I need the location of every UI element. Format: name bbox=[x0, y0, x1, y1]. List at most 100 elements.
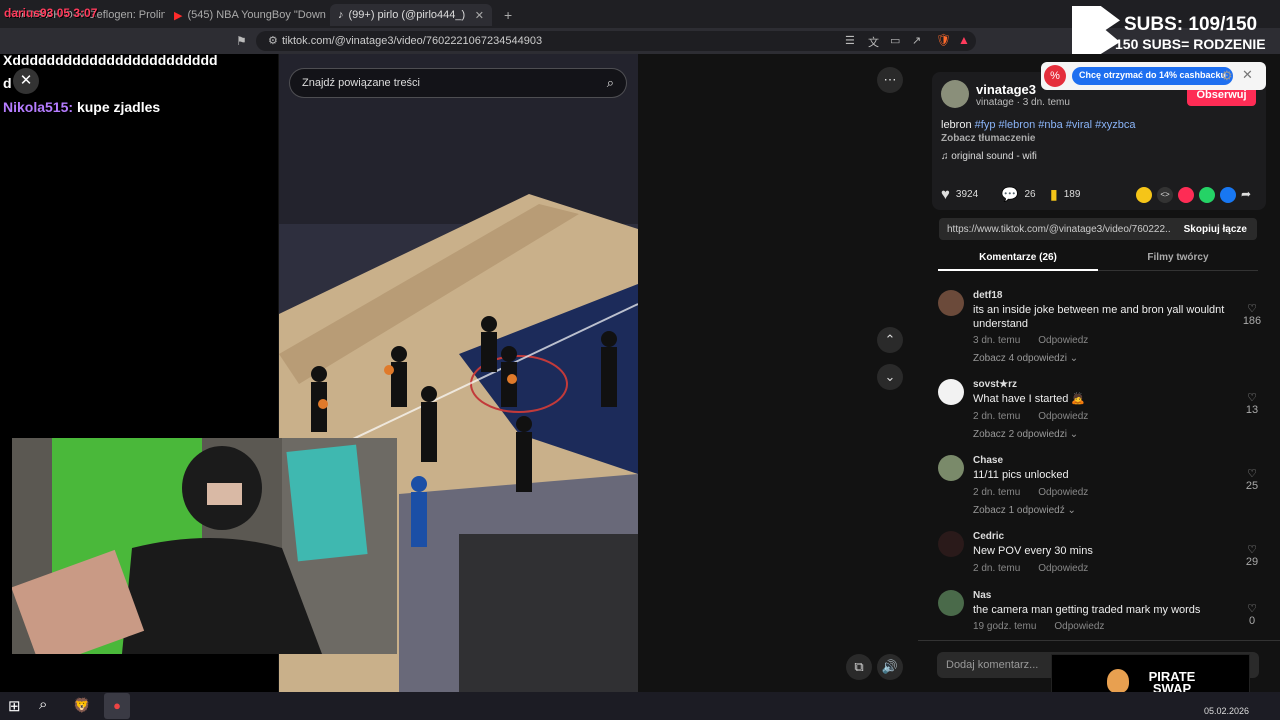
view-replies-button[interactable]: Zobacz 4 odpowiedzi ⌄ bbox=[973, 353, 1078, 364]
previous-video-button[interactable]: ⌃ bbox=[877, 327, 903, 353]
subs-goal: 150 SUBS= RODZENIE bbox=[1115, 36, 1266, 52]
heart-outline-icon: ♡ bbox=[1247, 603, 1257, 615]
comment-text: the camera man getting traded mark my wo… bbox=[973, 604, 1201, 616]
share-arrow-icon[interactable]: ➦ bbox=[1241, 187, 1251, 203]
share-icon[interactable]: ↗ bbox=[912, 34, 921, 47]
comment-action[interactable]: 💬 26 bbox=[1001, 186, 1036, 203]
sound-name: original sound - wifi bbox=[951, 151, 1037, 162]
author-username[interactable]: vinatage3 bbox=[976, 82, 1036, 97]
comment-item: Nas the camera man getting traded mark m… bbox=[938, 590, 1268, 636]
close-icon[interactable]: ✕ bbox=[1242, 67, 1253, 83]
comment-like-count: 13 bbox=[1245, 404, 1259, 416]
view-replies-button[interactable]: Zobacz 2 odpowiedzi ⌄ bbox=[973, 429, 1078, 440]
reply-button[interactable]: Odpowiedz bbox=[1038, 563, 1088, 574]
chat-message-1: Xdddddddddddddddddddddddd bbox=[3, 52, 218, 68]
comment-username[interactable]: sovst★rz bbox=[973, 379, 1017, 390]
comment-text: New POV every 30 mins bbox=[973, 545, 1093, 557]
comment-like-count: 25 bbox=[1245, 480, 1259, 492]
tab-creator-videos[interactable]: Filmy twórcy bbox=[1098, 252, 1258, 263]
comment-like[interactable]: ♡ 29 bbox=[1240, 543, 1264, 568]
reply-button[interactable]: Odpowiedz bbox=[1038, 411, 1088, 422]
repost-icon[interactable] bbox=[1136, 187, 1152, 203]
tab-label: (545) NBA YoungBoy "Down Chick" l bbox=[187, 9, 326, 21]
pip-button[interactable]: ⧉ bbox=[846, 654, 872, 680]
obs-app-icon[interactable]: ● bbox=[104, 693, 130, 719]
heart-icon: ♥ bbox=[941, 186, 950, 203]
windows-start-icon[interactable]: ⊞ bbox=[8, 697, 21, 715]
comment-avatar[interactable] bbox=[938, 531, 964, 557]
reply-button[interactable]: Odpowiedz bbox=[1038, 487, 1088, 498]
comment-item: Cedric New POV every 30 mins 2 dn. temu O… bbox=[938, 531, 1268, 579]
copy-link-button[interactable]: Skopiuj łącze bbox=[1184, 224, 1257, 235]
comment-like[interactable]: ♡ 13 bbox=[1240, 391, 1264, 416]
more-options-button[interactable]: ⋯ bbox=[877, 67, 903, 93]
tab-youtube[interactable]: ▶ (545) NBA YoungBoy "Down Chick" l bbox=[166, 4, 326, 26]
comment-avatar[interactable] bbox=[938, 455, 964, 481]
comment-like[interactable]: ♡ 0 bbox=[1240, 602, 1264, 627]
share-link-text: https://www.tiktok.com/@vinatage3/video/… bbox=[947, 223, 1171, 235]
tab-comments[interactable]: Komentarze (26) bbox=[938, 252, 1098, 263]
share-icons: <> ➦ bbox=[1136, 187, 1251, 203]
comment-item: detf18 its an inside joke between me and… bbox=[938, 290, 1268, 370]
sound-row[interactable]: ♫ original sound - wifi bbox=[941, 151, 1037, 162]
chat-top-line: darius93 05 3:07 bbox=[4, 6, 98, 20]
heart-outline-icon: ♡ bbox=[1247, 544, 1257, 556]
save-action[interactable]: ▮ 189 bbox=[1050, 186, 1080, 203]
caption-hashtags[interactable]: #fyp #lebron #nba #viral #xyzbca bbox=[975, 119, 1136, 131]
new-tab-button[interactable]: + bbox=[496, 4, 518, 26]
facebook-icon[interactable] bbox=[1220, 187, 1236, 203]
brave-browser-icon[interactable]: 🦁 bbox=[73, 697, 90, 714]
comment-avatar[interactable] bbox=[938, 590, 964, 616]
comment-avatar[interactable] bbox=[938, 379, 964, 405]
send-icon[interactable] bbox=[1178, 187, 1194, 203]
comment-meta: 19 godz. temu Odpowiedz bbox=[973, 621, 1122, 632]
search-icon[interactable]: ⌕ bbox=[607, 75, 614, 91]
heart-outline-icon: ♡ bbox=[1247, 468, 1257, 480]
comment-avatar[interactable] bbox=[938, 290, 964, 316]
next-video-button[interactable]: ⌄ bbox=[877, 364, 903, 390]
cashback-button[interactable]: Chcę otrzymać do 14% cashbacku bbox=[1072, 67, 1234, 85]
view-replies-label: Zobacz 2 odpowiedzi bbox=[973, 429, 1067, 440]
share-link-field[interactable]: https://www.tiktok.com/@vinatage3/video/… bbox=[939, 218, 1257, 240]
close-icon: ✕ bbox=[19, 72, 33, 89]
bookmark-icon[interactable]: ⚑ bbox=[236, 34, 247, 48]
comment-username[interactable]: detf18 bbox=[973, 290, 1002, 301]
reader-icon[interactable]: ☰ bbox=[845, 34, 855, 47]
author-avatar[interactable] bbox=[941, 80, 969, 108]
reply-button[interactable]: Odpowiedz bbox=[1038, 335, 1088, 346]
comment-like[interactable]: ♡ 25 bbox=[1240, 467, 1264, 492]
search-input[interactable]: Znajdź powiązane treści ⌕ bbox=[289, 68, 627, 98]
comment-username[interactable]: Cedric bbox=[973, 531, 1004, 542]
volume-button[interactable]: 🔊 bbox=[877, 654, 903, 680]
heart-outline-icon: ♡ bbox=[1247, 392, 1257, 404]
screen-icon[interactable]: ▭ bbox=[890, 34, 900, 47]
translate-link[interactable]: Zobacz tłumaczenie bbox=[941, 133, 1035, 144]
url-text: tiktok.com/@vinatage3/video/760222106723… bbox=[282, 35, 543, 47]
comment-username[interactable]: Chase bbox=[973, 455, 1003, 466]
comment-time: 2 dn. temu bbox=[973, 563, 1021, 574]
reply-button[interactable]: Odpowiedz bbox=[1054, 621, 1104, 632]
translate-icon[interactable]: 文 bbox=[868, 34, 879, 50]
comment-like[interactable]: ♡ 186 bbox=[1240, 302, 1264, 327]
close-popup-button[interactable]: ✕ bbox=[13, 68, 39, 94]
tab-tiktok[interactable]: ♪ (99+) pirlo (@pirlo444_) | TikTok ✕ bbox=[330, 4, 492, 26]
site-info-icon[interactable]: ⚙ bbox=[268, 34, 278, 47]
view-replies-button[interactable]: Zobacz 1 odpowiedź ⌄ bbox=[973, 505, 1076, 516]
gear-icon[interactable]: ⚙ bbox=[1221, 68, 1233, 84]
caption-text: lebron bbox=[941, 119, 972, 131]
brave-shield-icon[interactable]: 🛡 bbox=[936, 33, 951, 47]
music-note-icon: ♫ bbox=[941, 151, 949, 162]
rewards-icon[interactable]: ▲ bbox=[958, 33, 970, 47]
chat-colon: : bbox=[68, 99, 77, 115]
taskbar: ⊞ ⌕ 🦁 ● 05.02.2026 bbox=[0, 692, 1280, 720]
embed-icon[interactable]: <> bbox=[1157, 187, 1173, 203]
close-tab-icon[interactable]: ✕ bbox=[475, 9, 484, 22]
comment-username[interactable]: Nas bbox=[973, 590, 991, 601]
comment-like-count: 186 bbox=[1242, 315, 1262, 327]
whatsapp-icon[interactable] bbox=[1199, 187, 1215, 203]
comment-bubble-icon: 💬 bbox=[1001, 186, 1019, 202]
chevron-down-icon: ⌄ bbox=[1069, 353, 1079, 364]
search-icon[interactable]: ⌕ bbox=[39, 696, 47, 713]
comment-text: its an inside joke between me and bron y… bbox=[973, 304, 1225, 330]
like-action[interactable]: ♥ 3924 bbox=[941, 186, 978, 203]
